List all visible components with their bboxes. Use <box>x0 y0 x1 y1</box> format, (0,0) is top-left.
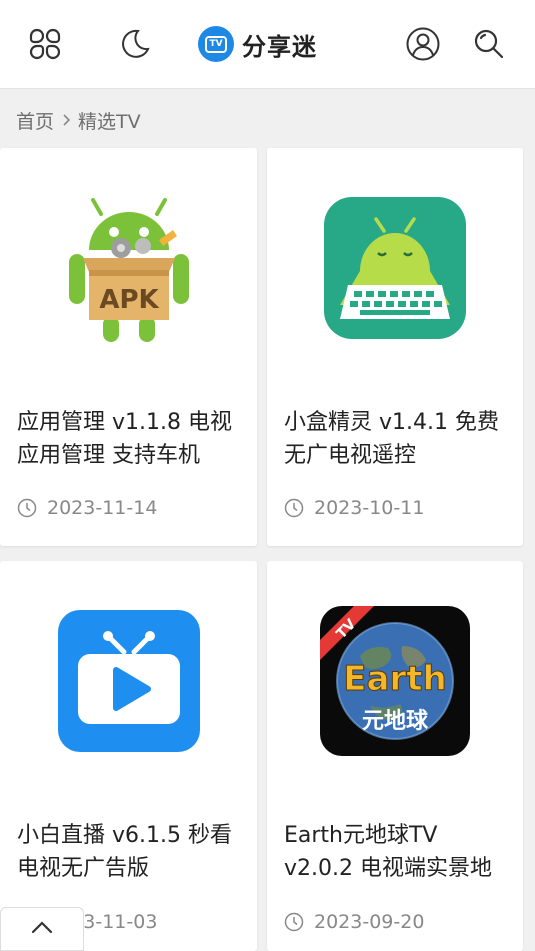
card-date: 2023-09-20 <box>284 909 424 935</box>
article-card[interactable]: 小盒精灵 v1.4.1 免费无广电视遥控 2023-10-11 <box>267 148 523 546</box>
user-icon[interactable] <box>401 22 445 66</box>
apps-icon[interactable] <box>23 22 67 66</box>
article-card[interactable]: 小白直播 v6.1.5 秒看电视无广告版 2023-11-03 <box>0 561 257 951</box>
back-to-top-button[interactable] <box>0 907 84 951</box>
tv-play-icon[interactable] <box>0 561 257 801</box>
card-title[interactable]: 应用管理 v1.1.8 电视应用管理 支持车机 <box>17 406 245 472</box>
search-icon[interactable] <box>467 22 511 66</box>
android-keyboard-icon[interactable] <box>267 148 523 388</box>
moon-icon[interactable] <box>113 22 157 66</box>
breadcrumb-home[interactable]: 首页 <box>16 107 54 134</box>
earth-app-icon[interactable]: TV Earth 元地球 <box>267 561 523 801</box>
card-title[interactable]: 小盒精灵 v1.4.1 免费无广电视遥控 <box>284 406 511 472</box>
date-text: 2023-10-11 <box>314 497 425 519</box>
apk-android-icon[interactable]: APK <box>0 148 257 388</box>
top-header: TV 分享迷 <box>0 0 535 89</box>
card-title[interactable]: Earth元地球TV v2.0.2 电视端实景地 <box>284 819 511 885</box>
chevron-up-icon <box>30 919 54 939</box>
date-text: 2023-09-20 <box>314 911 425 933</box>
logo-badge-text: TV <box>205 35 227 53</box>
logo-tv-icon: TV <box>198 26 234 62</box>
site-logo[interactable]: TV 分享迷 <box>198 24 317 64</box>
earth-sub: 元地球 <box>362 709 429 734</box>
clock-icon <box>17 498 37 518</box>
card-date: 2023-10-11 <box>284 495 424 521</box>
article-card[interactable]: TV Earth 元地球 Earth元地球TV v2.0.2 电视端实景地 20… <box>267 561 523 951</box>
article-card[interactable]: APK 应用管理 v1.1.8 电视应用管理 支持车机 2023-11-14 <box>0 148 257 546</box>
date-text: 2023-11-14 <box>47 497 158 519</box>
apk-label: APK <box>99 285 159 315</box>
logo-text: 分享迷 <box>242 32 317 61</box>
card-title[interactable]: 小白直播 v6.1.5 秒看电视无广告版 <box>17 819 245 885</box>
earth-word: Earth <box>343 659 446 699</box>
clock-icon <box>284 498 304 518</box>
chevron-right-icon <box>60 112 72 128</box>
breadcrumb-current: 精选TV <box>78 110 141 133</box>
breadcrumb: 首页 精选TV <box>16 106 141 134</box>
card-date: 2023-11-14 <box>17 495 157 521</box>
clock-icon <box>284 912 304 932</box>
